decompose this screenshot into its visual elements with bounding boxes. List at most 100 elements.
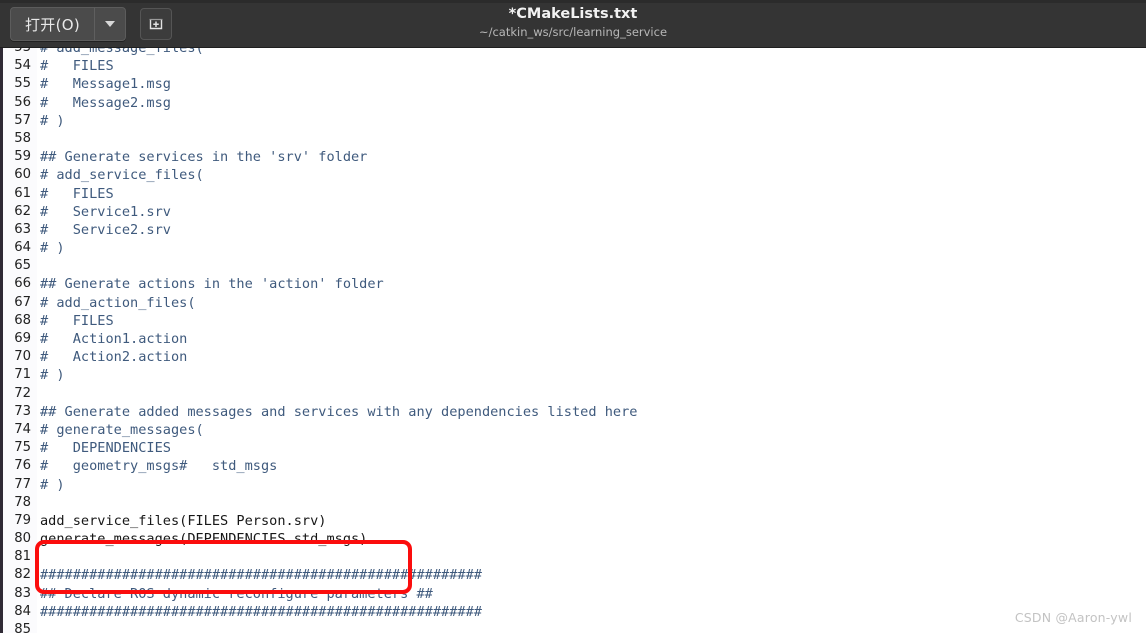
code-line[interactable]: 62 # Service1.srv: [3, 202, 1146, 221]
open-button[interactable]: 打开(O): [11, 8, 94, 40]
code-line[interactable]: 80 generate_messages(DEPENDENCIES std_msg…: [3, 530, 1146, 549]
line-text: # FILES: [40, 312, 114, 329]
code-line[interactable]: 69 # Action1.action: [3, 330, 1146, 349]
new-document-button[interactable]: [140, 8, 173, 40]
line-number: 57: [3, 111, 37, 130]
line-number: 58: [3, 129, 37, 149]
line-text: # FILES: [40, 185, 114, 202]
line-number: 75: [3, 439, 37, 458]
line-number: 68: [3, 311, 37, 331]
line-number: 79: [3, 511, 37, 531]
open-dropdown-button[interactable]: [95, 8, 125, 40]
code-line[interactable]: 72: [3, 384, 1146, 403]
line-text: ########################################…: [40, 567, 482, 584]
line-text: # geometry_msgs# std_msgs: [40, 458, 278, 475]
code-line[interactable]: 84 ######################################…: [3, 602, 1146, 622]
line-text: # DEPENDENCIES: [40, 440, 171, 457]
line-number: 53: [3, 48, 37, 58]
code-line[interactable]: 83 ## Declare ROS dynamic reconfigure par…: [3, 584, 1146, 603]
code-line[interactable]: 67 # add_action_files(: [3, 293, 1146, 312]
line-number: 77: [3, 475, 37, 494]
line-number: 65: [3, 257, 37, 276]
line-number: 55: [3, 75, 37, 94]
code-line[interactable]: 57 # ): [3, 111, 1146, 130]
line-text: # Action2.action: [40, 349, 188, 366]
code-line[interactable]: 61 # FILES: [3, 184, 1146, 203]
line-text: # ): [40, 476, 65, 493]
line-text: # Message1.msg: [40, 76, 171, 93]
code-line[interactable]: 81: [3, 548, 1146, 567]
code-line[interactable]: 70 # Action2.action: [3, 348, 1146, 367]
line-text: ## Generate added messages and services …: [40, 403, 638, 420]
open-split-button[interactable]: 打开(O): [10, 7, 127, 41]
code-line[interactable]: 75 # DEPENDENCIES: [3, 439, 1146, 458]
line-number: 80: [3, 530, 37, 549]
code-line[interactable]: 65: [3, 257, 1146, 276]
line-number: 82: [3, 566, 37, 585]
code-line[interactable]: 60 # add_service_files(: [3, 166, 1146, 185]
new-document-icon: [149, 18, 163, 30]
code-line[interactable]: 71 # ): [3, 366, 1146, 385]
line-text: ## Generate actions in the 'action' fold…: [40, 276, 384, 293]
line-number: 69: [3, 330, 37, 349]
line-number: 60: [3, 166, 37, 185]
line-text: # Action1.action: [40, 331, 188, 347]
code-line[interactable]: 78: [3, 493, 1146, 512]
code-lines-container[interactable]: 53# add_message_files(54# FILES55# Messa…: [3, 48, 1146, 633]
line-text: # add_action_files(: [40, 294, 196, 311]
code-line[interactable]: 85: [3, 621, 1146, 633]
code-line[interactable]: 54 # FILES: [3, 57, 1146, 76]
code-line[interactable]: 55 # Message1.msg: [3, 75, 1146, 94]
line-number: 56: [3, 93, 37, 112]
line-number: 74: [3, 420, 37, 440]
line-number: 84: [3, 602, 37, 622]
line-text: ########################################…: [40, 603, 482, 620]
code-line[interactable]: 58: [3, 129, 1146, 149]
line-number: 70: [3, 348, 37, 367]
line-number: 64: [3, 239, 37, 258]
line-text: # ): [40, 240, 65, 257]
line-text: generate_messages(DEPENDENCIES std_msgs): [40, 531, 368, 548]
line-number: 81: [3, 548, 37, 567]
code-line[interactable]: 82 ######################################…: [3, 566, 1146, 585]
code-line[interactable]: 68 # FILES: [3, 311, 1146, 331]
code-line[interactable]: 53# add_message_files(: [3, 48, 1146, 58]
line-number: 67: [3, 293, 37, 312]
code-line[interactable]: 73 ## Generate added messages and service…: [3, 402, 1146, 421]
line-text: ## Declare ROS dynamic reconfigure param…: [40, 585, 433, 602]
line-text: ## Generate services in the 'srv' folder: [40, 149, 368, 166]
code-line[interactable]: 66 ## Generate actions in the 'action' fo…: [3, 275, 1146, 294]
text-editor[interactable]: 53# add_message_files(54# FILES55# Messa…: [0, 48, 1146, 633]
line-text: # FILES: [40, 58, 114, 75]
line-number: 85: [3, 621, 37, 633]
line-text: # Message2.msg: [40, 94, 171, 111]
code-line[interactable]: 79 add_service_files(FILES Person.srv): [3, 511, 1146, 531]
line-number: 66: [3, 275, 37, 294]
code-line[interactable]: 64 # ): [3, 239, 1146, 258]
csdn-watermark: CSDN @Aaron-ywl: [1014, 610, 1132, 625]
line-number: 63: [3, 220, 37, 240]
code-line[interactable]: 56 # Message2.msg: [3, 93, 1146, 112]
toolbar: 打开(O): [10, 7, 173, 41]
line-number: 83: [3, 584, 37, 603]
line-text: # generate_messages(: [40, 421, 204, 438]
line-text: # Service1.srv: [40, 203, 171, 220]
line-number: 78: [3, 493, 37, 512]
code-line[interactable]: 59 ## Generate services in the 'srv' fold…: [3, 148, 1146, 167]
line-number: 62: [3, 202, 37, 221]
code-line[interactable]: 63 # Service2.srv: [3, 220, 1146, 240]
line-text: # add_message_files(: [40, 48, 204, 56]
code-line[interactable]: 74 # generate_messages(: [3, 420, 1146, 440]
line-text: # ): [40, 367, 65, 384]
chevron-down-icon: [105, 21, 116, 27]
line-text: add_service_files(FILES Person.srv): [40, 512, 327, 529]
line-number: 54: [3, 57, 37, 76]
line-text: # Service2.srv: [40, 221, 171, 238]
line-number: 72: [3, 384, 37, 403]
line-number: 61: [3, 184, 37, 203]
code-line[interactable]: 76 # geometry_msgs# std_msgs: [3, 457, 1146, 476]
code-line[interactable]: 77 # ): [3, 475, 1146, 494]
line-text: # ): [40, 112, 65, 129]
title-bar: 打开(O) *CMakeLists.txt ~/catkin_ws/src/le…: [0, 0, 1146, 48]
line-number: 73: [3, 402, 37, 421]
